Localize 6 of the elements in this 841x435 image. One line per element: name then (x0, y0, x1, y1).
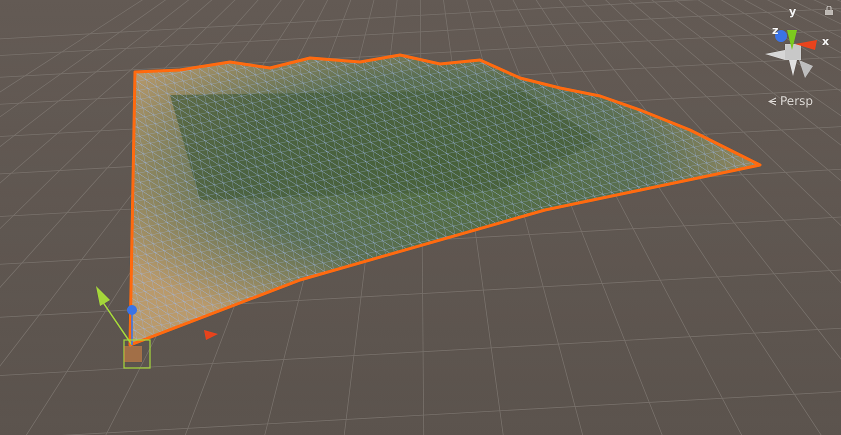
axis-label: y (789, 6, 796, 17)
axis-label: z (772, 25, 778, 36)
lock-icon[interactable] (825, 6, 833, 15)
chevron-left-icon[interactable] (768, 96, 777, 106)
projection-mode-label[interactable]: Persp (780, 94, 813, 108)
axis-label: x (822, 36, 830, 47)
